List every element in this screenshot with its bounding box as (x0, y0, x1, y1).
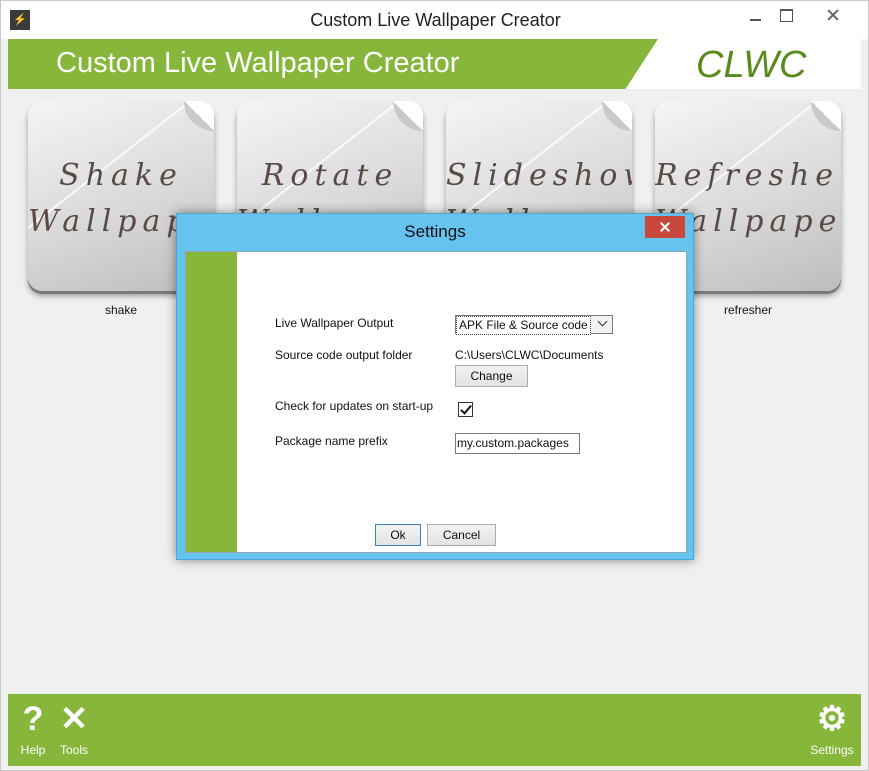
ok-button[interactable]: Ok (375, 524, 421, 546)
folder-label: Source code output folder (275, 348, 413, 362)
dialog-title: Settings (404, 222, 466, 241)
help-button[interactable]: ? Help (18, 700, 48, 757)
output-select[interactable]: APK File & Source code (455, 315, 613, 335)
output-select-value: APK File & Source code (456, 316, 591, 335)
dialog-body: Live Wallpaper Output APK File & Source … (185, 251, 687, 553)
tools-icon: ✕ (59, 700, 89, 738)
dialog-close-button[interactable] (645, 216, 685, 238)
cancel-button[interactable]: Cancel (427, 524, 496, 546)
settings-button[interactable]: ⚙ Settings (808, 700, 856, 757)
chevron-down-icon (597, 318, 609, 330)
change-folder-button[interactable]: Change (455, 365, 528, 387)
header-title: Custom Live Wallpaper Creator (56, 47, 460, 79)
title-bar: ⚡ Custom Live Wallpaper Creator (1, 1, 868, 39)
output-label: Live Wallpaper Output (275, 316, 394, 330)
tile-art-line1: Rotate (261, 158, 399, 193)
prefix-label: Package name prefix (275, 434, 388, 448)
folder-path: C:\Users\CLWC\Documents (455, 348, 604, 362)
updates-checkbox[interactable] (458, 402, 473, 417)
tools-button[interactable]: ✕ Tools (56, 700, 92, 757)
tile-art-line1: Refresher (655, 158, 841, 193)
footer-toolbar: ? Help ✕ Tools ⚙ Settings (8, 694, 861, 766)
header-logo: CLWC (696, 44, 807, 86)
maximize-button[interactable] (768, 1, 808, 31)
help-icon: ? (22, 700, 44, 738)
tools-label: Tools (59, 743, 88, 757)
settings-dialog: Settings Live Wallpaper Output APK File … (176, 213, 694, 560)
help-label: Help (20, 743, 46, 757)
header-banner: Custom Live Wallpaper Creator CLWC (8, 39, 861, 89)
close-button[interactable] (808, 1, 858, 31)
app-window: ⚡ Custom Live Wallpaper Creator Custom L… (0, 0, 869, 771)
tile-art-line1: Shake (59, 158, 183, 193)
package-prefix-input[interactable]: my.custom.packages (455, 433, 580, 454)
updates-label: Check for updates on start-up (275, 399, 434, 413)
tile-art-line1: Slideshow (446, 158, 632, 193)
dialog-side-stripe (186, 252, 237, 552)
settings-label: Settings (810, 743, 854, 757)
gear-icon: ⚙ (816, 700, 848, 738)
